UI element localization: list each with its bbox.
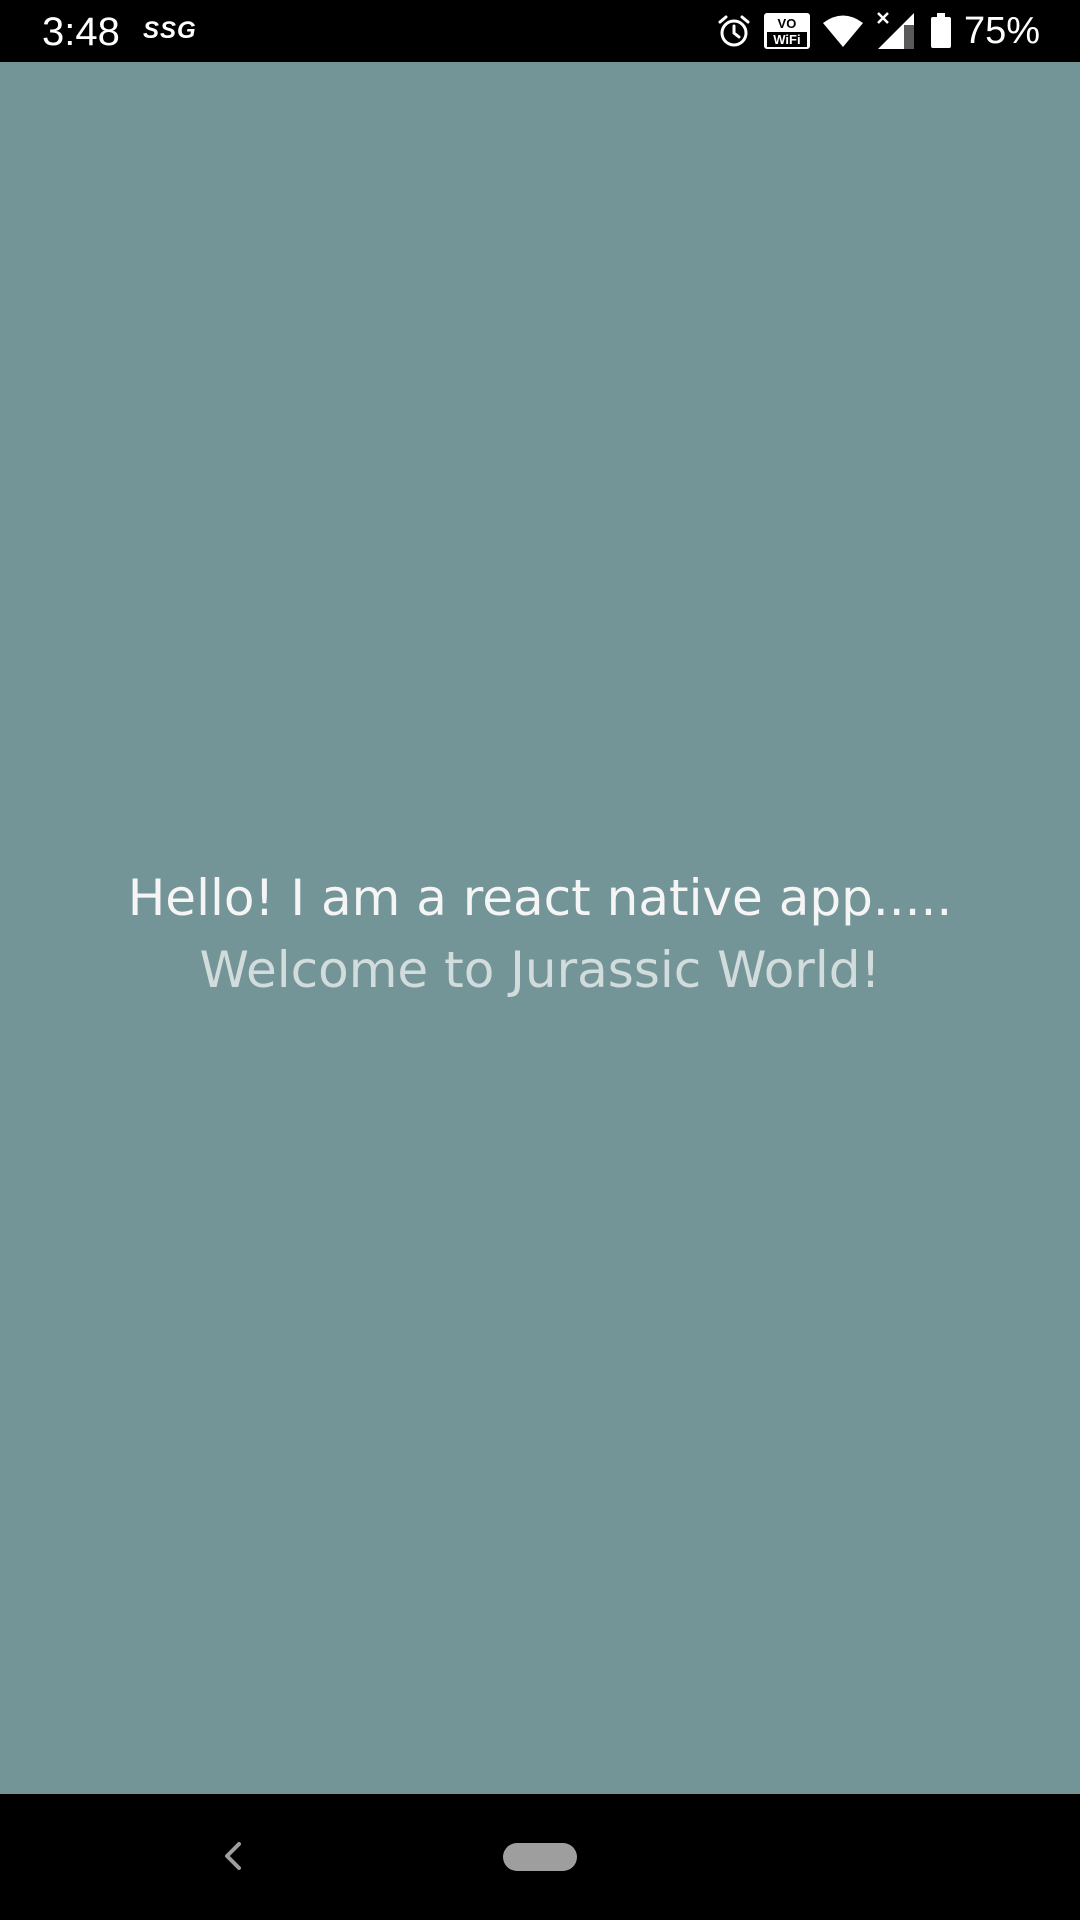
wifi-icon (822, 14, 864, 48)
welcome-text: Welcome to Jurassic World! (199, 941, 881, 999)
hello-text: Hello! I am a react native app..... (127, 869, 953, 927)
status-time: 3:48 (42, 10, 120, 54)
status-icons: VO WiFi 75% (716, 6, 1040, 56)
back-icon (214, 1842, 254, 1880)
navigation-bar (0, 1794, 1080, 1920)
vowifi-bottom-label: WiFi (766, 32, 807, 47)
cell-signal-icon (876, 11, 918, 51)
battery-icon (930, 13, 952, 49)
vowifi-icon: VO WiFi (763, 13, 810, 49)
vowifi-top-label: VO (777, 16, 797, 31)
phone-screen: 3:48 SSG VO WiFi 75% Hello! I am a react… (0, 0, 1080, 1920)
app-content: Hello! I am a react native app..... Welc… (0, 62, 1080, 1794)
home-button[interactable] (503, 1843, 577, 1871)
back-button[interactable] (214, 1836, 254, 1876)
battery-percent: 75% (963, 10, 1040, 52)
carrier-badge: SSG (143, 17, 197, 44)
status-bar: 3:48 SSG VO WiFi 75% (0, 0, 1080, 62)
alarm-icon (716, 13, 752, 49)
